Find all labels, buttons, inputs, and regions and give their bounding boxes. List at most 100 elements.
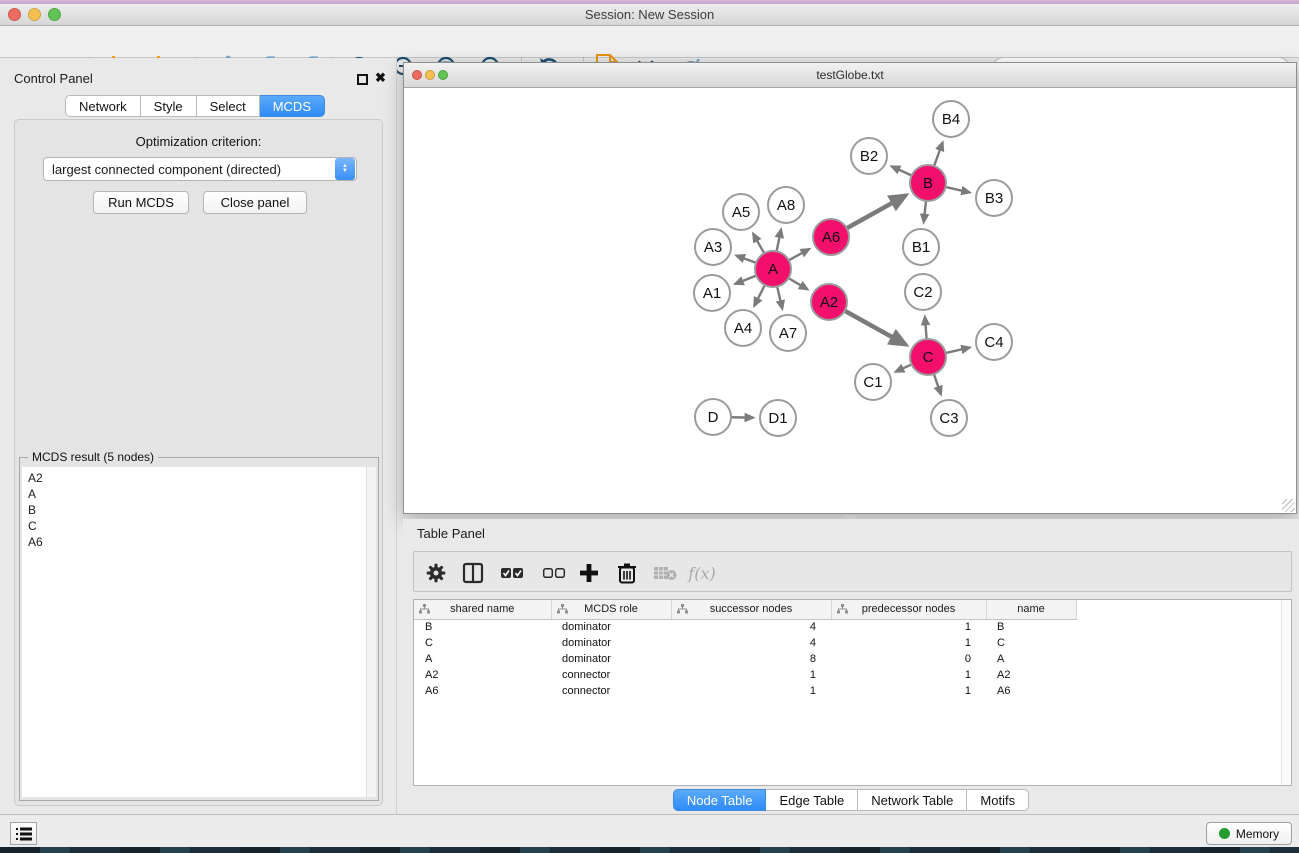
table-cell[interactable]: 8 xyxy=(671,651,831,667)
node-A[interactable]: A xyxy=(755,251,791,287)
table-cell[interactable]: A6 xyxy=(414,683,551,699)
column-header-successor-nodes[interactable]: successor nodes xyxy=(671,600,831,619)
node-C2[interactable]: C2 xyxy=(905,274,941,310)
main-toolbar xyxy=(0,26,1299,58)
window-resize-grip[interactable] xyxy=(1282,499,1295,512)
node-C3[interactable]: C3 xyxy=(931,400,967,436)
node-B3[interactable]: B3 xyxy=(976,180,1012,216)
table-cell[interactable]: A xyxy=(414,651,551,667)
tab-style[interactable]: Style xyxy=(141,95,197,117)
node-A2[interactable]: A2 xyxy=(811,284,847,320)
table-cell[interactable]: 1 xyxy=(831,635,986,651)
mcds-result-item[interactable]: A2 xyxy=(28,470,366,486)
node-C4[interactable]: C4 xyxy=(976,324,1012,360)
table-cell[interactable]: B xyxy=(986,619,1076,635)
table-row[interactable]: Bdominator41B xyxy=(414,619,1076,635)
table-cell[interactable]: A xyxy=(986,651,1076,667)
table-cell[interactable]: A2 xyxy=(986,667,1076,683)
table-cell[interactable]: A2 xyxy=(414,667,551,683)
node-table[interactable]: shared nameMCDS rolesuccessor nodesprede… xyxy=(413,599,1292,786)
mcds-list-scrollbar[interactable] xyxy=(366,467,376,797)
table-cell[interactable]: 4 xyxy=(671,635,831,651)
table-row[interactable]: Adominator80A xyxy=(414,651,1076,667)
node-A3[interactable]: A3 xyxy=(695,229,731,265)
table-cell[interactable]: A6 xyxy=(986,683,1076,699)
table-settings-icon[interactable] xyxy=(424,561,448,585)
tab-select[interactable]: Select xyxy=(197,95,260,117)
column-header-shared-name[interactable]: shared name xyxy=(414,600,551,619)
main-titlebar: Session: New Session xyxy=(0,4,1299,26)
mcds-result-item[interactable]: A xyxy=(28,486,366,502)
column-header-name[interactable]: name xyxy=(986,600,1076,619)
node-A4[interactable]: A4 xyxy=(725,310,761,346)
node-B2[interactable]: B2 xyxy=(851,138,887,174)
split-panel-icon[interactable] xyxy=(461,561,485,585)
node-A6[interactable]: A6 xyxy=(813,219,849,255)
node-A1[interactable]: A1 xyxy=(694,275,730,311)
table-row[interactable]: A2connector11A2 xyxy=(414,667,1076,683)
table-cell[interactable]: 1 xyxy=(671,683,831,699)
close-panel-button[interactable]: Close panel xyxy=(203,191,307,214)
deselect-all-icon[interactable] xyxy=(542,561,566,585)
table-row[interactable]: Cdominator41C xyxy=(414,635,1076,651)
svg-text:A: A xyxy=(768,261,778,278)
task-history-button[interactable] xyxy=(10,822,37,845)
table-cell[interactable]: dominator xyxy=(551,619,671,635)
mcds-result-item[interactable]: B xyxy=(28,502,366,518)
table-cell[interactable]: C xyxy=(986,635,1076,651)
node-C1[interactable]: C1 xyxy=(855,364,891,400)
mcds-result-item[interactable]: A6 xyxy=(28,534,366,550)
table-cell[interactable]: connector xyxy=(551,683,671,699)
table-cell[interactable]: 1 xyxy=(671,667,831,683)
table-cell[interactable]: dominator xyxy=(551,635,671,651)
table-cell[interactable]: connector xyxy=(551,667,671,683)
table-cell[interactable]: 1 xyxy=(831,619,986,635)
table-scrollbar[interactable] xyxy=(1281,600,1291,785)
node-A8[interactable]: A8 xyxy=(768,187,804,223)
node-B1[interactable]: B1 xyxy=(903,229,939,265)
node-B4[interactable]: B4 xyxy=(933,101,969,137)
network-window-title: testGlobe.txt xyxy=(404,68,1296,82)
table-toolbar: f(x) xyxy=(413,551,1292,592)
table-cell[interactable]: B xyxy=(414,619,551,635)
tab-motifs[interactable]: Motifs xyxy=(967,789,1029,811)
node-B[interactable]: B xyxy=(910,165,946,201)
table-cell[interactable]: 1 xyxy=(831,667,986,683)
optimization-criterion-select[interactable]: largest connected component (directed) ▲… xyxy=(43,157,357,181)
node-A5[interactable]: A5 xyxy=(723,194,759,230)
tab-node-table[interactable]: Node Table xyxy=(673,789,767,811)
table-cell[interactable]: 4 xyxy=(671,619,831,635)
tab-edge-table[interactable]: Edge Table xyxy=(766,789,858,811)
table-cell[interactable]: dominator xyxy=(551,651,671,667)
memory-status-icon xyxy=(1219,828,1230,839)
close-panel-icon[interactable]: ✖ xyxy=(375,70,386,86)
table-row[interactable]: A6connector11A6 xyxy=(414,683,1076,699)
selected-criterion: largest connected component (directed) xyxy=(44,162,335,177)
node-D[interactable]: D xyxy=(695,399,731,435)
run-mcds-button[interactable]: Run MCDS xyxy=(93,191,189,214)
float-panel-icon[interactable] xyxy=(357,72,368,90)
node-C[interactable]: C xyxy=(910,339,946,375)
column-header-predecessor-nodes[interactable]: predecessor nodes xyxy=(831,600,986,619)
node-A7[interactable]: A7 xyxy=(770,315,806,351)
delete-table-icon[interactable] xyxy=(653,561,677,585)
table-cell[interactable]: 1 xyxy=(831,683,986,699)
tab-network[interactable]: Network xyxy=(65,95,141,117)
mcds-result-list[interactable]: A2ABCA6 xyxy=(22,467,366,797)
network-window-titlebar[interactable]: testGlobe.txt xyxy=(404,63,1296,88)
node-D1[interactable]: D1 xyxy=(760,400,796,436)
svg-text:D: D xyxy=(708,409,719,426)
memory-button[interactable]: Memory xyxy=(1206,822,1292,845)
tab-mcds[interactable]: MCDS xyxy=(260,95,325,117)
column-header-MCDS-role[interactable]: MCDS role xyxy=(551,600,671,619)
table-cell[interactable]: 0 xyxy=(831,651,986,667)
add-column-icon[interactable] xyxy=(577,561,601,585)
select-all-icon[interactable] xyxy=(500,561,524,585)
network-canvas[interactable]: A5A8 A3 A6 A A1 A2 A4A7 B2 B4 B B3 B1 C2 C C4 C1 C3 D D1 xyxy=(404,88,1296,513)
tab-network-table[interactable]: Network Table xyxy=(858,789,967,811)
function-builder-icon[interactable]: f(x) xyxy=(690,561,714,585)
table-cell[interactable]: C xyxy=(414,635,551,651)
svg-text:B1: B1 xyxy=(912,239,930,256)
delete-column-icon[interactable] xyxy=(615,561,639,585)
mcds-result-item[interactable]: C xyxy=(28,518,366,534)
